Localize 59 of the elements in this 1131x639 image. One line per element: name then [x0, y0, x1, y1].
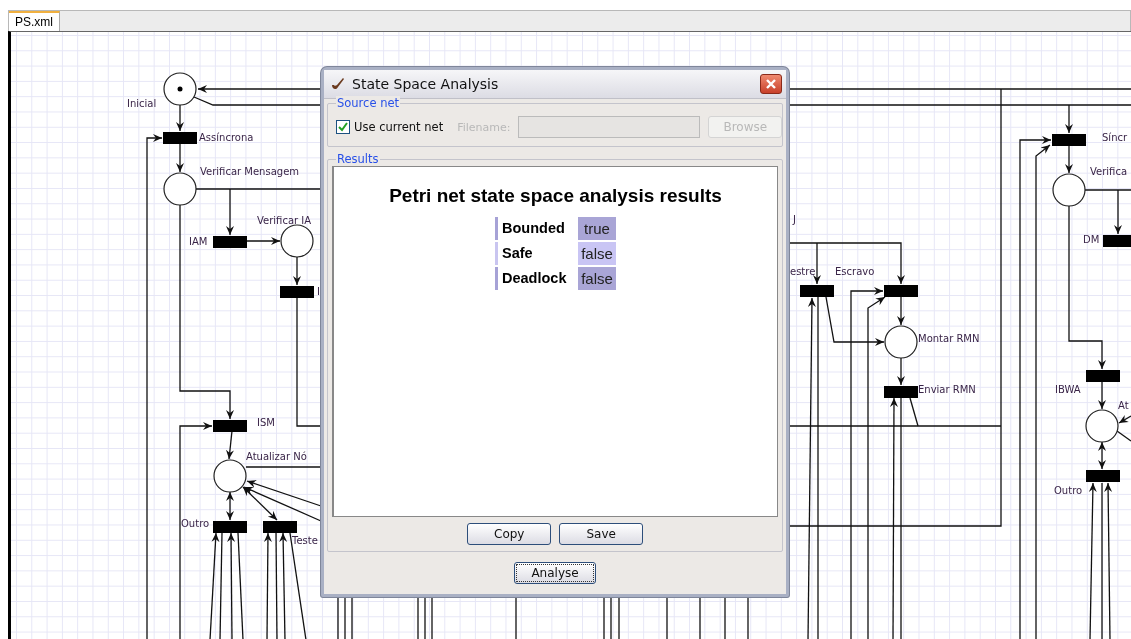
transition-label: ISM: [257, 417, 275, 428]
transition-bar[interactable]: [263, 521, 297, 533]
transition-bar[interactable]: [1052, 134, 1086, 146]
transition-bar[interactable]: [213, 236, 247, 248]
transition-bar[interactable]: [163, 132, 197, 144]
close-icon: [765, 78, 777, 90]
transition-label: IAM: [189, 236, 208, 247]
place-circle[interactable]: [163, 72, 197, 106]
property-name: Bounded: [501, 219, 566, 238]
property-name: Safe: [501, 244, 534, 263]
property-value: false: [578, 242, 616, 265]
use-current-checkbox[interactable]: Use current net: [336, 120, 444, 134]
place-circle[interactable]: [280, 224, 314, 258]
check-icon: [338, 122, 348, 132]
dialog-title: State Space Analysis: [352, 76, 500, 92]
place-label: Verifica: [1090, 166, 1128, 177]
property-name: Deadlock: [501, 269, 568, 288]
place-label: Verificar Mensagem: [200, 166, 300, 177]
place-label: Atualizar Nó: [246, 451, 307, 462]
transition-bar[interactable]: [1086, 470, 1120, 482]
transition-label: I: [317, 286, 320, 297]
transition-label: DM: [1083, 234, 1100, 245]
property-value: false: [578, 267, 616, 290]
transition-bar[interactable]: [1103, 235, 1131, 247]
place-label: Inicial: [127, 98, 157, 109]
place-label: At: [1118, 400, 1129, 411]
transition-label: J: [793, 214, 796, 225]
transition-bar[interactable]: [800, 285, 834, 297]
place-circle[interactable]: [163, 172, 197, 206]
transition-bar[interactable]: [213, 521, 247, 533]
place-label: Verificar IA: [257, 215, 312, 226]
transition-bar[interactable]: [213, 420, 247, 432]
transition-label: Assíncrona: [199, 132, 254, 143]
transition-label: Escravo: [835, 266, 875, 277]
place-circle[interactable]: [213, 459, 247, 493]
transition-label: Síncr: [1102, 132, 1128, 143]
group-legend: Results: [336, 152, 380, 166]
file-tab[interactable]: PS.xml: [9, 11, 60, 31]
results-heading: Petri net state space analysis results: [389, 185, 722, 207]
transition-label: IBWA: [1055, 384, 1081, 395]
transition-label: Enviar RMN: [918, 384, 976, 395]
action-button[interactable]: Copy: [467, 523, 552, 545]
analyse-button[interactable]: Analyse: [514, 562, 596, 584]
transition-bar[interactable]: [280, 286, 314, 298]
transition-bar[interactable]: [884, 386, 918, 398]
transition-bar[interactable]: [1086, 370, 1120, 382]
transition-bar[interactable]: [884, 285, 918, 297]
transition-label: Teste: [292, 535, 318, 546]
close-button[interactable]: [760, 74, 782, 94]
place-circle[interactable]: [1052, 173, 1086, 207]
group-legend: Source net: [336, 96, 401, 110]
transition-label: Outro: [1054, 485, 1083, 496]
place-circle[interactable]: [884, 325, 918, 359]
place-circle[interactable]: [1085, 409, 1119, 443]
transition-label: Outro: [181, 518, 210, 529]
property-value: true: [578, 217, 616, 240]
transition-label: estre: [790, 266, 816, 277]
action-button[interactable]: Save: [559, 523, 643, 545]
place-label: Montar RMN: [918, 333, 980, 344]
